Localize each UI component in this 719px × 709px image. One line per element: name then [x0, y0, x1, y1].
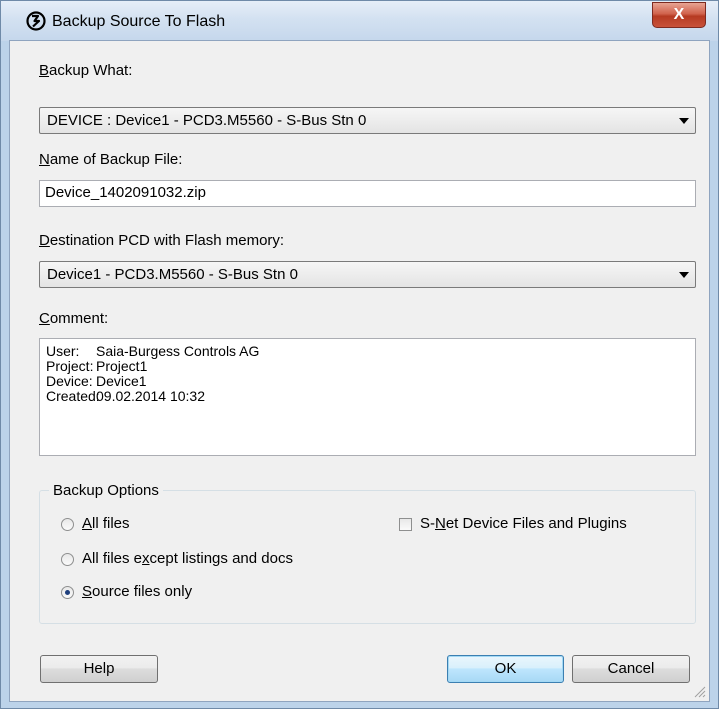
all-files-radio[interactable] — [61, 518, 74, 531]
comment-line: Project: Project1 — [46, 358, 148, 374]
backup-dialog: Backup Source To Flash X Backup What: DE… — [0, 0, 719, 709]
comment-line: Device: Device1 — [46, 373, 147, 389]
backup-file-label: Name of Backup File: — [39, 151, 183, 168]
close-icon: X — [673, 6, 685, 23]
comment-line: User: Saia-Burgess Controls AG — [46, 343, 260, 359]
backup-options-title: Backup Options — [49, 482, 163, 499]
backup-file-field[interactable] — [39, 180, 696, 207]
cancel-button[interactable]: Cancel — [572, 655, 690, 683]
chevron-down-icon — [679, 272, 689, 278]
source-files-only-label[interactable]: Source files only — [82, 583, 192, 600]
title-bar[interactable]: Backup Source To Flash X — [1, 1, 718, 41]
source-files-only-radio[interactable] — [61, 586, 74, 599]
chevron-down-icon — [679, 118, 689, 124]
snet-files-label[interactable]: S-Net Device Files and Plugins — [420, 515, 627, 532]
app-logo-icon — [26, 11, 46, 31]
window-title: Backup Source To Flash — [52, 13, 226, 30]
all-files-label[interactable]: All files — [82, 515, 130, 532]
all-files-except-radio[interactable] — [61, 553, 74, 566]
resize-grip-icon[interactable] — [694, 686, 706, 698]
destination-dropdown[interactable]: Device1 - PCD3.M5560 - S-Bus Stn 0 — [39, 261, 696, 288]
comment-line: Created:09.02.2014 10:32 — [46, 388, 205, 404]
backup-file-input[interactable] — [45, 184, 685, 201]
close-button[interactable]: X — [652, 2, 706, 28]
backup-what-dropdown[interactable]: DEVICE : Device1 - PCD3.M5560 - S-Bus St… — [39, 107, 696, 134]
all-files-except-label[interactable]: All files except listings and docs — [82, 550, 293, 567]
destination-value: Device1 - PCD3.M5560 - S-Bus Stn 0 — [47, 266, 298, 283]
dialog-body: Backup What: DEVICE : Device1 - PCD3.M55… — [9, 40, 710, 702]
ok-button[interactable]: OK — [447, 655, 564, 683]
comment-textarea[interactable]: User: Saia-Burgess Controls AG Project: Pr… — [39, 338, 696, 456]
comment-label: Comment: — [39, 310, 109, 327]
backup-what-value: DEVICE : Device1 - PCD3.M5560 - S-Bus St… — [47, 112, 367, 129]
help-button[interactable]: Help — [40, 655, 158, 683]
backup-what-label: Backup What: — [39, 62, 133, 79]
destination-label: Destination PCD with Flash memory: — [39, 232, 285, 249]
snet-files-checkbox[interactable] — [399, 518, 412, 531]
